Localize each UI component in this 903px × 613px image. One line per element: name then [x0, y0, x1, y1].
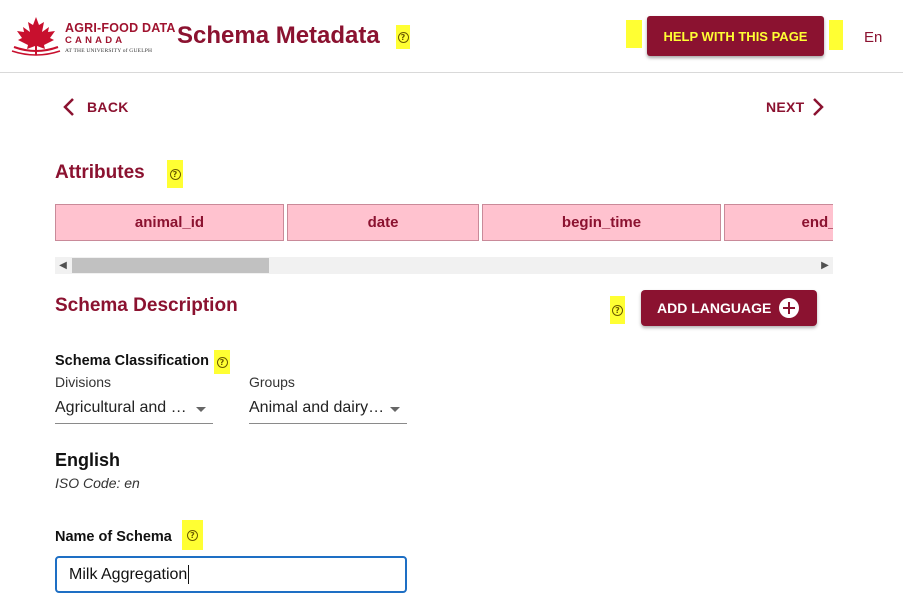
maple-leaf-logo-icon — [11, 17, 61, 56]
divisions-value: Agricultural and v… — [55, 399, 191, 416]
help-circle-icon[interactable]: ? — [610, 296, 625, 324]
scroll-right-arrow-icon[interactable]: ▶ — [818, 259, 832, 272]
attributes-table-header: animal_id date begin_time end_ — [55, 204, 833, 242]
add-language-button[interactable]: ADD LANGUAGE — [641, 290, 817, 326]
attributes-title: Attributes — [55, 162, 145, 183]
language-selector[interactable]: En — [864, 29, 882, 46]
schema-name-value: Milk Aggregation — [69, 565, 188, 583]
scrollbar-thumb[interactable] — [72, 258, 269, 273]
iso-code: ISO Code: en — [55, 475, 140, 491]
help-with-this-page-button[interactable]: HELP WITH THIS PAGE — [647, 16, 824, 56]
groups-select[interactable]: Animal and dairy … — [249, 398, 407, 424]
help-circle-icon[interactable]: ? — [214, 350, 230, 374]
attribute-column-header[interactable]: animal_id — [55, 204, 284, 241]
help-circle-icon[interactable]: ? — [167, 160, 183, 188]
divisions-label: Divisions — [55, 374, 112, 390]
logo-line-1: AGRI-FOOD DATA — [65, 21, 176, 35]
help-highlight-left — [626, 20, 642, 48]
back-label: BACK — [87, 99, 129, 115]
next-label: NEXT — [766, 99, 805, 115]
attribute-column-header[interactable]: begin_time — [482, 204, 721, 241]
help-highlight-right — [829, 20, 843, 50]
schema-name-input[interactable]: Milk Aggregation — [55, 556, 407, 593]
name-of-schema-label: Name of Schema — [55, 529, 172, 545]
next-button[interactable]: NEXT — [766, 97, 825, 117]
logo-line-3: AT THE UNIVERSITY of GUELPH — [65, 48, 153, 54]
attribute-column-header[interactable]: end_ — [724, 204, 833, 241]
page-title: Schema Metadata — [177, 22, 380, 49]
chevron-down-icon — [196, 407, 206, 412]
schema-description-title: Schema Description — [55, 295, 238, 316]
help-circle-icon[interactable]: ? — [396, 25, 410, 49]
scroll-left-arrow-icon[interactable]: ◀ — [56, 259, 70, 272]
groups-label: Groups — [249, 374, 295, 390]
attribute-column-header[interactable]: date — [287, 204, 479, 241]
back-button[interactable]: BACK — [62, 97, 129, 117]
add-language-label: ADD LANGUAGE — [657, 300, 772, 316]
chevron-left-icon — [63, 98, 74, 116]
chevron-down-icon — [390, 407, 400, 412]
text-cursor — [188, 565, 190, 584]
language-heading: English — [55, 450, 121, 470]
schema-classification-label: Schema Classification — [55, 353, 209, 369]
divisions-select[interactable]: Agricultural and v… — [55, 398, 213, 424]
add-circle-icon — [779, 298, 799, 318]
attributes-horizontal-scrollbar[interactable]: ◀ ▶ — [55, 257, 833, 274]
app-header: AGRI-FOOD DATA CANADA AT THE UNIVERSITY … — [0, 0, 903, 73]
agri-food-data-canada-logo[interactable]: AGRI-FOOD DATA CANADA AT THE UNIVERSITY … — [10, 15, 175, 59]
help-circle-icon[interactable]: ? — [182, 520, 203, 550]
groups-value: Animal and dairy … — [249, 399, 385, 416]
logo-line-2: CANADA — [65, 35, 126, 46]
chevron-right-icon — [812, 98, 824, 116]
